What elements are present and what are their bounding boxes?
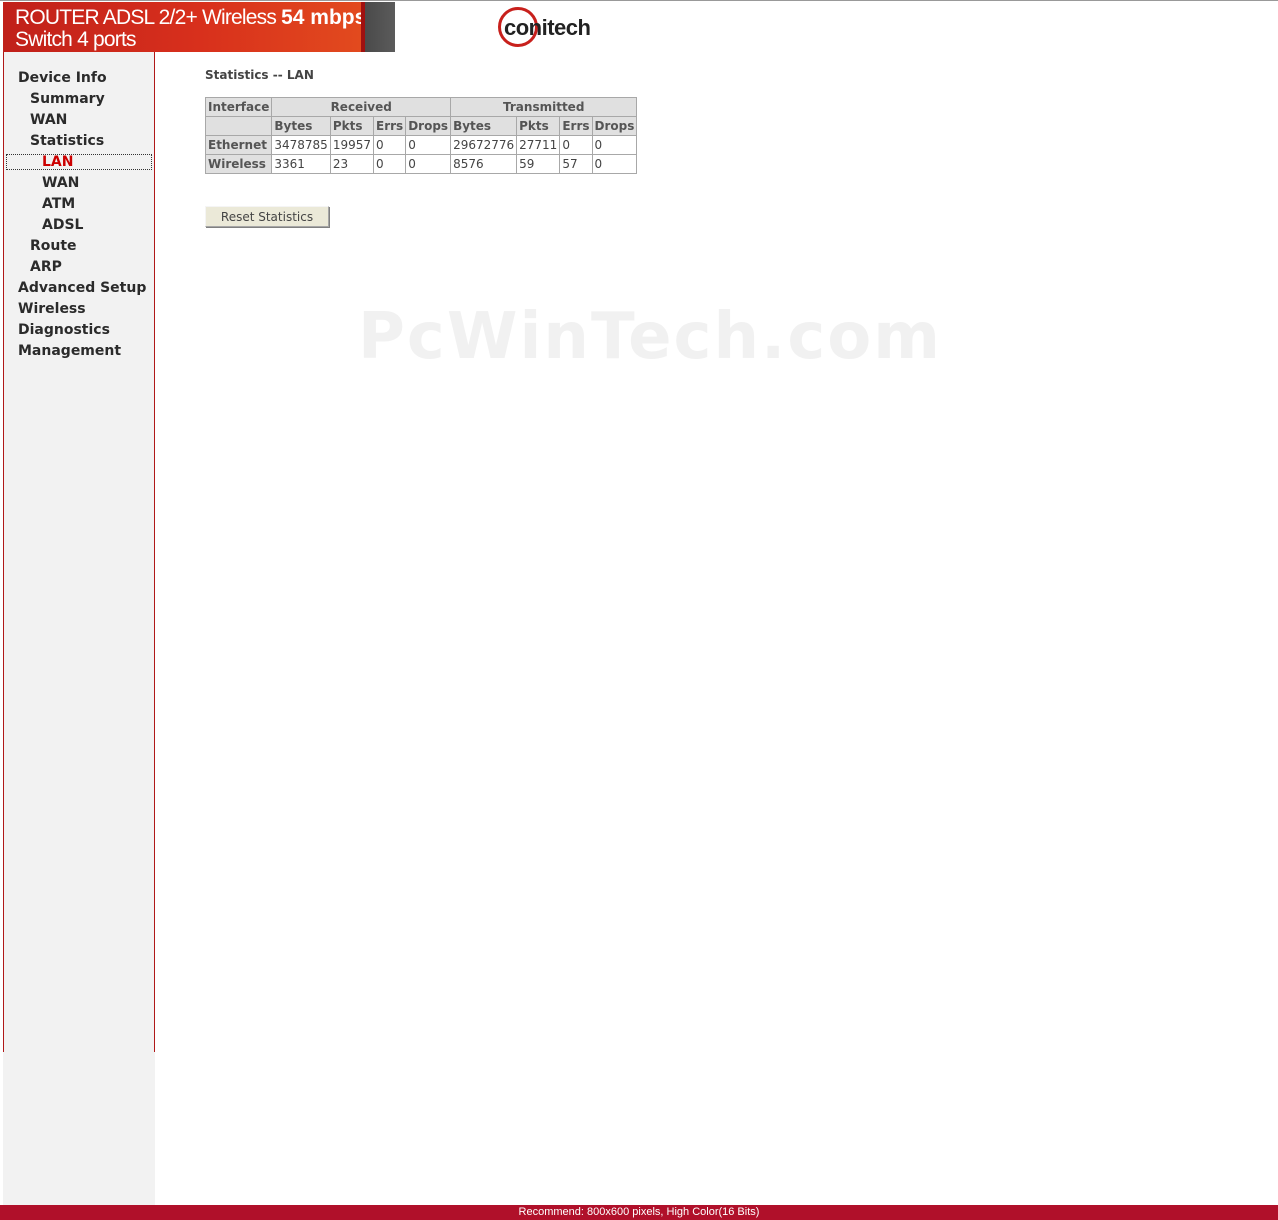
menu-summary[interactable]: Summary: [30, 89, 105, 109]
page-title: Statistics -- LAN: [205, 68, 314, 82]
menu-wan[interactable]: WAN: [30, 110, 67, 130]
tx-pkts-header: Pkts: [516, 116, 561, 136]
banner-accent-block: [365, 2, 395, 52]
reset-statistics-button[interactable]: Reset Statistics: [205, 206, 329, 227]
selected-menu-focus: [6, 154, 152, 170]
wireless-tx-drops: 0: [591, 154, 638, 174]
wireless-tx-errs: 57: [559, 154, 593, 174]
interface-header: Interface: [204, 97, 273, 117]
ethernet-rx-bytes: 3478785: [271, 135, 331, 155]
wireless-rx-bytes: 3361: [271, 154, 331, 174]
ethernet-tx-bytes: 29672776: [450, 135, 518, 155]
menu-statistics-atm[interactable]: ATM: [42, 194, 75, 214]
banner-title: ROUTER ADSL 2/2+ Wireless 54 mbps: [15, 6, 366, 30]
menu-arp[interactable]: ARP: [30, 257, 62, 277]
table-row-wireless: Wireless 3361 23 0 0 8576 59 57 0: [204, 154, 638, 174]
lan-statistics-table: Interface Received Transmitted Bytes Pkt…: [204, 97, 638, 174]
row-interface-ethernet: Ethernet: [204, 135, 273, 155]
menu-statistics-lan[interactable]: LAN: [42, 152, 73, 172]
transmitted-header: Transmitted: [450, 97, 638, 117]
logo-text: conitech: [504, 15, 591, 40]
table-header-row: Interface Received Transmitted: [204, 97, 638, 117]
ethernet-rx-drops: 0: [405, 135, 452, 155]
tx-bytes-header: Bytes: [450, 116, 518, 136]
tx-drops-header: Drops: [591, 116, 638, 136]
banner-subtitle: Switch 4 ports: [15, 28, 136, 51]
tx-errs-header: Errs: [559, 116, 593, 136]
menu-statistics-wan[interactable]: WAN: [42, 173, 79, 193]
table-subheader-row: Bytes Pkts Errs Drops Bytes Pkts Errs Dr…: [204, 116, 638, 136]
rx-drops-header: Drops: [405, 116, 452, 136]
row-interface-wireless: Wireless: [204, 154, 273, 174]
ethernet-rx-pkts: 19957: [329, 135, 375, 155]
menu-device-info[interactable]: Device Info: [18, 68, 107, 88]
watermark: PcWinTech.com: [358, 300, 942, 374]
menu-diagnostics[interactable]: Diagnostics: [18, 320, 110, 340]
menu-statistics-adsl[interactable]: ADSL: [42, 215, 83, 235]
rx-errs-header: Errs: [373, 116, 407, 136]
ethernet-tx-errs: 0: [559, 135, 593, 155]
menu-route[interactable]: Route: [30, 236, 77, 256]
banner-title-prefix: ROUTER ADSL 2/2+ Wireless: [15, 6, 277, 29]
wireless-rx-errs: 0: [373, 154, 407, 174]
rx-bytes-header: Bytes: [271, 116, 331, 136]
banner-speed: 54 mbps: [281, 6, 367, 29]
wireless-rx-drops: 0: [405, 154, 452, 174]
received-header: Received: [271, 97, 452, 117]
menu-management[interactable]: Management: [18, 341, 121, 361]
table-row-ethernet: Ethernet 3478785 19957 0 0 29672776 2771…: [204, 135, 638, 155]
rx-pkts-header: Pkts: [329, 116, 375, 136]
menu-wireless[interactable]: Wireless: [18, 299, 86, 319]
interface-subheader-blank: [204, 116, 273, 136]
ethernet-tx-pkts: 27711: [516, 135, 561, 155]
wireless-tx-pkts: 59: [516, 154, 561, 174]
ethernet-rx-errs: 0: [373, 135, 407, 155]
footer-recommendation: Recommend: 800x600 pixels, High Color(16…: [0, 1205, 1278, 1220]
wireless-rx-pkts: 23: [329, 154, 375, 174]
conitech-logo: conitech: [498, 7, 608, 51]
menu-advanced-setup[interactable]: Advanced Setup: [18, 278, 146, 298]
product-banner: ROUTER ADSL 2/2+ Wireless 54 mbps Switch…: [3, 2, 366, 52]
header: ROUTER ADSL 2/2+ Wireless 54 mbps Switch…: [0, 0, 1278, 53]
ethernet-tx-drops: 0: [591, 135, 638, 155]
menu-statistics[interactable]: Statistics: [30, 131, 104, 151]
wireless-tx-bytes: 8576: [450, 154, 518, 174]
